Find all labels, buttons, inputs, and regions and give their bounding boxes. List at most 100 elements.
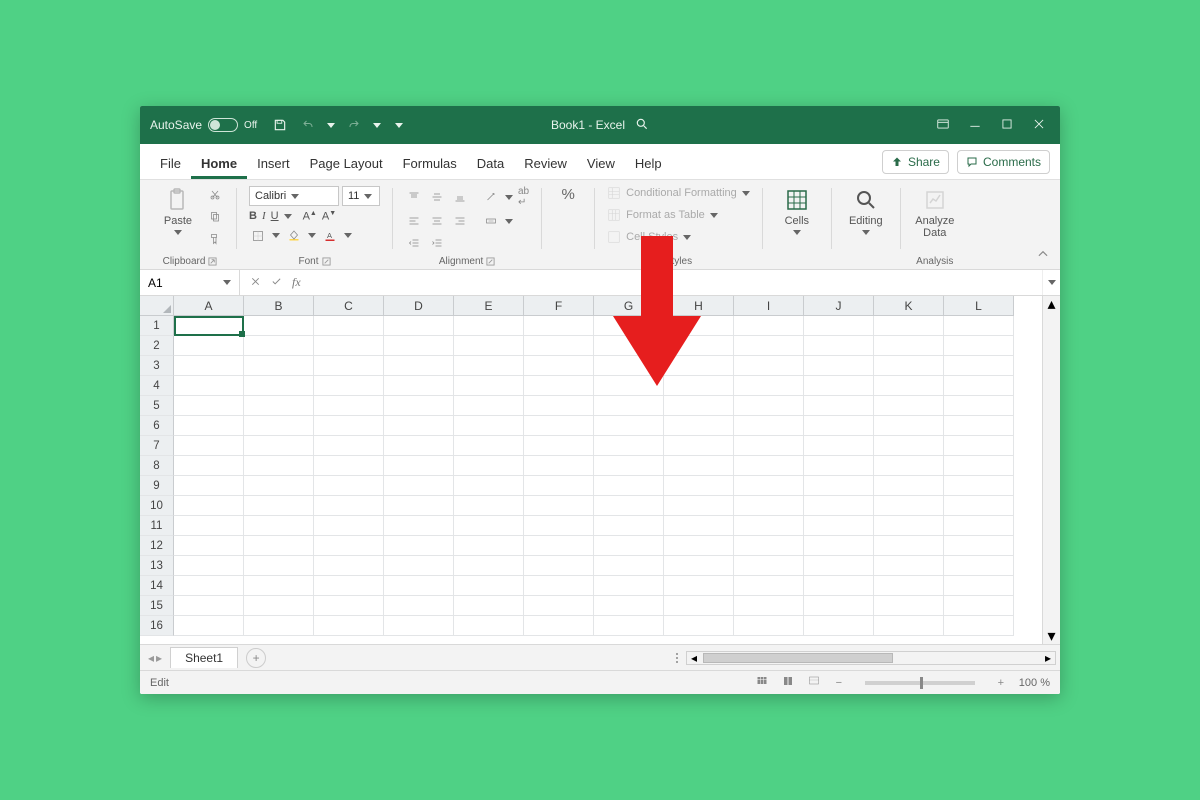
- cell-F4[interactable]: [524, 376, 594, 396]
- cell-K12[interactable]: [874, 536, 944, 556]
- cell-J16[interactable]: [804, 616, 874, 636]
- cell-F6[interactable]: [524, 416, 594, 436]
- cell-E12[interactable]: [454, 536, 524, 556]
- column-header-C[interactable]: C: [314, 296, 384, 316]
- conditional-formatting-button[interactable]: Conditional Formatting: [607, 186, 750, 200]
- scroll-up-icon[interactable]: ▴: [1043, 296, 1060, 312]
- cell-B13[interactable]: [244, 556, 314, 576]
- font-name-combo[interactable]: Calibri: [249, 186, 339, 206]
- page-break-view-icon[interactable]: [807, 675, 821, 690]
- cell-K8[interactable]: [874, 456, 944, 476]
- cell-L6[interactable]: [944, 416, 1014, 436]
- cell-A4[interactable]: [174, 376, 244, 396]
- row-header-10[interactable]: 10: [140, 496, 174, 516]
- dialog-launcher-icon[interactable]: [322, 257, 331, 266]
- cell-B3[interactable]: [244, 356, 314, 376]
- row-header-15[interactable]: 15: [140, 596, 174, 616]
- cell-A10[interactable]: [174, 496, 244, 516]
- cell-G15[interactable]: [594, 596, 664, 616]
- zoom-slider[interactable]: [865, 681, 975, 685]
- page-layout-view-icon[interactable]: [781, 675, 795, 690]
- tab-page-layout[interactable]: Page Layout: [300, 148, 393, 179]
- cell-K13[interactable]: [874, 556, 944, 576]
- cell-K5[interactable]: [874, 396, 944, 416]
- cell-I16[interactable]: [734, 616, 804, 636]
- column-header-B[interactable]: B: [244, 296, 314, 316]
- cell-B8[interactable]: [244, 456, 314, 476]
- zoom-level[interactable]: 100 %: [1019, 677, 1050, 689]
- cell-A11[interactable]: [174, 516, 244, 536]
- cell-I12[interactable]: [734, 536, 804, 556]
- redo-icon[interactable]: [345, 116, 363, 134]
- increase-font-icon[interactable]: A▲: [303, 210, 317, 223]
- cell-E9[interactable]: [454, 476, 524, 496]
- cell-E8[interactable]: [454, 456, 524, 476]
- merge-center-icon[interactable]: [482, 212, 500, 230]
- cell-A1[interactable]: [174, 316, 244, 336]
- cell-C16[interactable]: [314, 616, 384, 636]
- cell-C2[interactable]: [314, 336, 384, 356]
- cell-I13[interactable]: [734, 556, 804, 576]
- cell-G8[interactable]: [594, 456, 664, 476]
- cell-G14[interactable]: [594, 576, 664, 596]
- cell-I14[interactable]: [734, 576, 804, 596]
- row-header-9[interactable]: 9: [140, 476, 174, 496]
- cell-G5[interactable]: [594, 396, 664, 416]
- cell-D1[interactable]: [384, 316, 454, 336]
- column-header-K[interactable]: K: [874, 296, 944, 316]
- format-painter-icon[interactable]: [206, 230, 224, 248]
- cell-B16[interactable]: [244, 616, 314, 636]
- tab-file[interactable]: File: [150, 148, 191, 179]
- cell-L9[interactable]: [944, 476, 1014, 496]
- cell-G3[interactable]: [594, 356, 664, 376]
- cell-D15[interactable]: [384, 596, 454, 616]
- column-header-G[interactable]: G: [594, 296, 664, 316]
- align-left-icon[interactable]: [405, 212, 423, 230]
- cell-J9[interactable]: [804, 476, 874, 496]
- cell-F9[interactable]: [524, 476, 594, 496]
- fill-color-icon[interactable]: [285, 227, 303, 245]
- editing-button[interactable]: Editing: [844, 186, 888, 237]
- prev-sheet-icon[interactable]: ◂: [148, 651, 154, 665]
- cell-C13[interactable]: [314, 556, 384, 576]
- minimize-button[interactable]: [968, 117, 982, 134]
- cell-J2[interactable]: [804, 336, 874, 356]
- tab-view[interactable]: View: [577, 148, 625, 179]
- cell-J8[interactable]: [804, 456, 874, 476]
- cell-D4[interactable]: [384, 376, 454, 396]
- cell-D16[interactable]: [384, 616, 454, 636]
- ribbon-display-icon[interactable]: [936, 117, 950, 134]
- cell-D8[interactable]: [384, 456, 454, 476]
- insert-function-button[interactable]: fx: [292, 275, 301, 290]
- paste-button[interactable]: Paste: [156, 186, 200, 237]
- cell-A7[interactable]: [174, 436, 244, 456]
- cell-I2[interactable]: [734, 336, 804, 356]
- analyze-data-button[interactable]: AnalyzeData: [913, 186, 957, 241]
- new-sheet-button[interactable]: +: [246, 648, 266, 668]
- cell-H2[interactable]: [664, 336, 734, 356]
- cell-L13[interactable]: [944, 556, 1014, 576]
- cell-D11[interactable]: [384, 516, 454, 536]
- horizontal-scrollbar[interactable]: ◂ ▸: [686, 651, 1056, 665]
- cell-K6[interactable]: [874, 416, 944, 436]
- cell-H12[interactable]: [664, 536, 734, 556]
- cell-A13[interactable]: [174, 556, 244, 576]
- italic-button[interactable]: I: [262, 210, 266, 222]
- cell-C7[interactable]: [314, 436, 384, 456]
- zoom-out-button[interactable]: −: [833, 677, 845, 689]
- cell-A16[interactable]: [174, 616, 244, 636]
- cell-D5[interactable]: [384, 396, 454, 416]
- vertical-scrollbar[interactable]: ▴ ▾: [1042, 296, 1060, 644]
- cell-J10[interactable]: [804, 496, 874, 516]
- cell-G9[interactable]: [594, 476, 664, 496]
- cell-K7[interactable]: [874, 436, 944, 456]
- font-size-combo[interactable]: 11: [342, 186, 380, 206]
- align-top-icon[interactable]: [405, 188, 423, 206]
- dialog-launcher-icon[interactable]: [208, 257, 217, 266]
- column-header-H[interactable]: H: [664, 296, 734, 316]
- cell-F2[interactable]: [524, 336, 594, 356]
- cell-J4[interactable]: [804, 376, 874, 396]
- row-header-11[interactable]: 11: [140, 516, 174, 536]
- normal-view-icon[interactable]: [755, 675, 769, 690]
- cell-H3[interactable]: [664, 356, 734, 376]
